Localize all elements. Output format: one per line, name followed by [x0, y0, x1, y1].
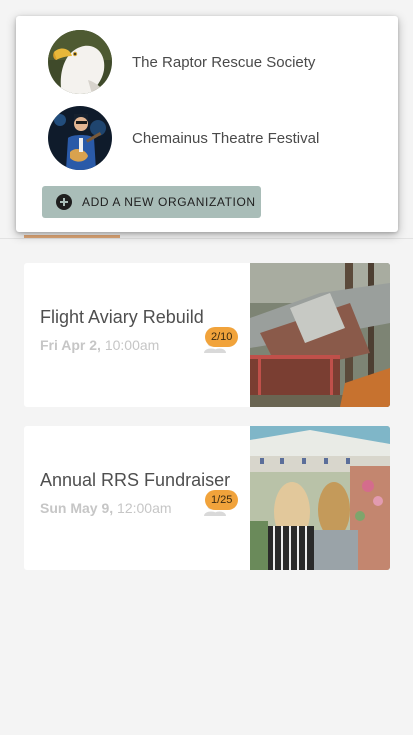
event-datetime: Fri Apr 2, 10:00am: [40, 337, 159, 353]
org-name: The Raptor Rescue Society: [132, 53, 316, 71]
org-item-chemainus-theatre-festival[interactable]: Chemainus Theatre Festival: [48, 106, 368, 170]
volunteer-count-badge: 2/10: [205, 327, 239, 347]
guitarist-on-stage-photo: [48, 106, 112, 170]
add-organization-button[interactable]: ADD A NEW ORGANIZATION: [42, 186, 261, 218]
event-datetime: Sun May 9, 12:00am: [40, 500, 172, 516]
organization-menu: The Raptor Rescue Society Chemainus Thea…: [16, 16, 398, 232]
add-organization-label: ADD A NEW ORGANIZATION: [82, 195, 256, 209]
event-time: 10:00am: [104, 337, 160, 353]
org-name: Chemainus Theatre Festival: [132, 129, 320, 147]
active-tab-indicator: [24, 235, 120, 238]
event-day: Fri Apr 2,: [40, 337, 101, 353]
event-card[interactable]: Flight Aviary Rebuild Fri Apr 2, 10:00am…: [24, 263, 390, 407]
event-card[interactable]: Annual RRS Fundraiser Sun May 9, 12:00am…: [24, 426, 390, 570]
collapsed-shed-photo: [250, 263, 390, 407]
org-item-raptor-rescue-society[interactable]: The Raptor Rescue Society: [48, 30, 368, 94]
add-circle-icon: [56, 194, 72, 210]
bald-eagle-photo: [48, 30, 112, 94]
event-day: Sun May 9,: [40, 500, 114, 516]
avatar: [48, 30, 112, 94]
event-time: 12:00am: [117, 500, 172, 516]
volunteer-count-badge: 1/25: [205, 490, 239, 510]
event-title: Flight Aviary Rebuild: [40, 307, 204, 327]
event-title: Annual RRS Fundraiser: [40, 470, 231, 490]
festival-crowd-photo: [250, 426, 390, 570]
avatar: [48, 106, 112, 170]
